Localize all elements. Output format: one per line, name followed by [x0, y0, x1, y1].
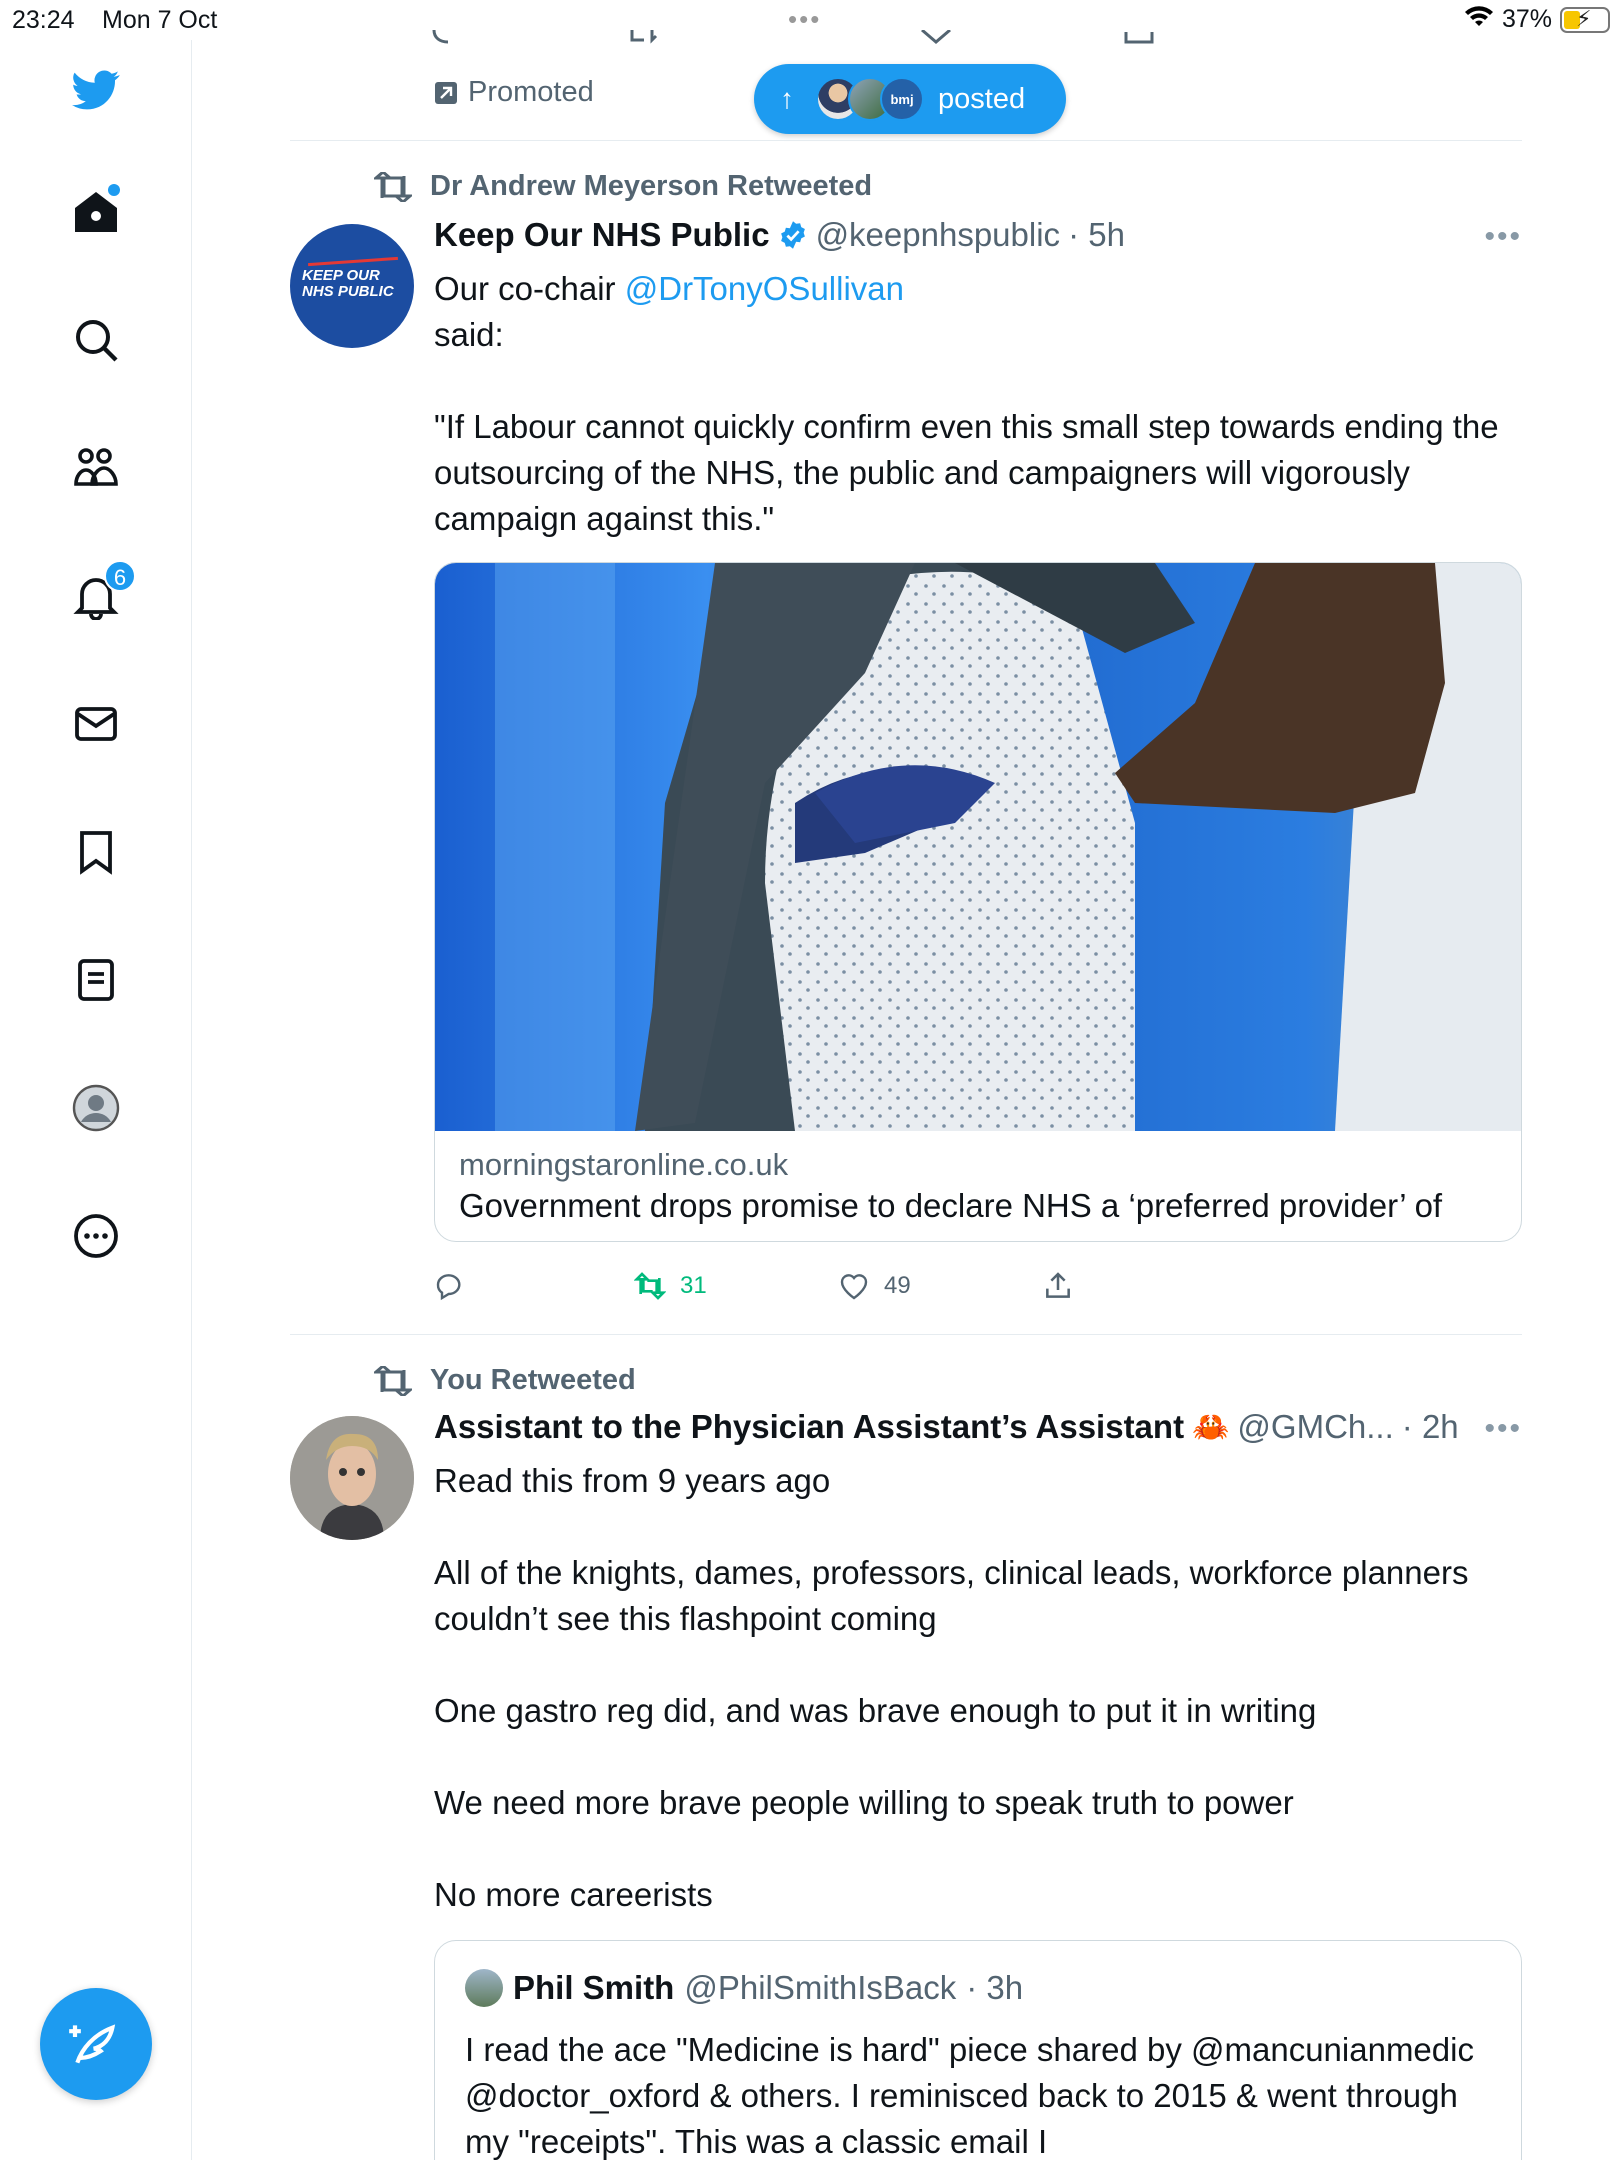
promoted-text: Promoted — [468, 76, 594, 108]
poster-avatar-bmj: bmj — [880, 77, 924, 121]
promoted-label: Promoted — [434, 76, 594, 109]
home-unread-dot — [108, 184, 120, 196]
share-button[interactable] — [1042, 1270, 1074, 1302]
compose-feather-icon — [69, 2024, 116, 2064]
tweet-header: Assistant to the Physician Assistant’s A… — [434, 1408, 1459, 1446]
retweet-small-icon — [374, 171, 412, 202]
tweet-divider — [290, 1334, 1522, 1335]
notifications-bell-icon[interactable]: 6 — [64, 560, 136, 628]
battery-icon: ⚡ — [1560, 6, 1610, 33]
arrow-up-icon: ↑ — [780, 83, 794, 114]
promoted-arrow-icon — [435, 81, 457, 104]
tweet-time[interactable]: · 5h — [1068, 216, 1125, 254]
lists-icon[interactable] — [64, 948, 128, 1012]
reply-icon[interactable] — [430, 30, 466, 50]
mention-link[interactable]: @DrTonyOSullivan — [625, 270, 904, 307]
card-domain: morningstaronline.co.uk — [459, 1147, 789, 1182]
retweet-context: You Retweeted — [374, 1364, 636, 1397]
more-options-icon[interactable] — [64, 1204, 128, 1268]
heart-icon — [840, 1274, 868, 1300]
card-title: Government drops promise to declare NHS … — [459, 1187, 1443, 1224]
twitter-logo-icon[interactable] — [64, 58, 128, 122]
tweet-text: Read this from 9 years ago All of the kn… — [434, 1458, 1522, 1918]
tweet-header: Keep Our NHS Public @keepnhspublic · 5h — [434, 216, 1125, 254]
gmch-avatar[interactable] — [290, 1416, 414, 1540]
bookmarks-icon[interactable] — [64, 820, 128, 884]
quoted-tweet[interactable]: Phil Smith @PhilSmithIsBack · 3h I read … — [434, 1940, 1522, 2160]
tweet-text: Our co-chair @DrTonyOSullivan said: "If … — [434, 266, 1522, 542]
avatar-logo-text: KEEP OUR NHS PUBLIC — [302, 267, 394, 300]
posted-label: posted — [938, 82, 1026, 115]
retweeted-by-text: You Retweeted — [430, 1364, 636, 1396]
status-date: Mon 7 Oct — [102, 6, 218, 34]
avatar-logo-swoosh — [308, 256, 398, 267]
quoted-avatar[interactable] — [465, 1969, 503, 2007]
quoted-text: I read the ace "Medicine is hard" piece … — [465, 2031, 1474, 2160]
share-icon — [1046, 1272, 1070, 1298]
tweet-line: Read this from 9 years ago — [434, 1462, 831, 1499]
sidebar: 6 — [0, 40, 192, 2160]
wifi-icon — [1464, 4, 1494, 35]
author-handle[interactable]: @keepnhspublic — [816, 216, 1061, 254]
quoted-author-handle[interactable]: @PhilSmithIsBack — [684, 1969, 956, 2007]
quoted-author-name[interactable]: Phil Smith — [513, 1969, 674, 2007]
previous-tweet-actions — [430, 30, 1350, 60]
battery-percent: 37% — [1501, 5, 1552, 33]
card-meta: morningstaronline.co.uk Government drops… — [435, 1131, 1521, 1241]
text-prefix: Our co-chair — [434, 270, 616, 307]
quoted-time: · 3h — [966, 1969, 1024, 2006]
new-posts-pill[interactable]: ↑ bmj posted — [754, 64, 1066, 134]
reply-icon — [436, 1274, 461, 1301]
like-icon[interactable] — [920, 30, 980, 50]
status-time: 23:24 — [12, 6, 75, 34]
retweet-small-icon — [374, 1365, 412, 1396]
tweet-time[interactable]: · 2h — [1402, 1408, 1459, 1446]
quoted-header: Phil Smith @PhilSmithIsBack · 3h — [465, 1969, 1023, 2007]
link-card[interactable]: morningstaronline.co.uk Government drops… — [434, 562, 1522, 1242]
like-count: 49 — [884, 1272, 911, 1299]
text-said: said: — [434, 316, 504, 353]
notifications-badge: 6 — [104, 560, 136, 592]
keepnhspublic-avatar[interactable]: KEEP OUR NHS PUBLIC — [290, 224, 414, 348]
tweet-line: We need more brave people willing to spe… — [434, 1784, 1294, 1821]
author-name[interactable]: Keep Our NHS Public — [434, 216, 770, 254]
profile-avatar-icon[interactable] — [64, 1076, 128, 1140]
tweet-line: One gastro reg did, and was brave enough… — [434, 1692, 1317, 1729]
retweet-icon — [634, 1272, 666, 1300]
reply-button[interactable] — [434, 1270, 466, 1302]
messages-mail-icon[interactable] — [64, 692, 128, 756]
like-button[interactable]: 49 — [838, 1270, 911, 1302]
retweet-button[interactable]: 31 — [634, 1270, 707, 1302]
retweet-count: 31 — [680, 1272, 707, 1299]
card-image — [435, 563, 1521, 1131]
tweet-divider — [290, 140, 1522, 141]
tweet-more-icon[interactable]: ••• — [1484, 1412, 1522, 1446]
tweet-line: All of the knights, dames, professors, c… — [434, 1554, 1469, 1637]
tweet-line: No more careerists — [434, 1876, 713, 1913]
retweet-context: Dr Andrew Meyerson Retweeted — [374, 170, 872, 203]
author-name[interactable]: Assistant to the Physician Assistant’s A… — [434, 1408, 1184, 1446]
share-icon[interactable] — [1122, 30, 1158, 50]
verified-badge-icon — [780, 221, 805, 249]
compose-tweet-button[interactable] — [40, 1988, 152, 2100]
tweet-more-icon[interactable]: ••• — [1484, 220, 1522, 254]
retweeted-by-text: Dr Andrew Meyerson Retweeted — [430, 170, 873, 202]
crab-emoji-icon: 🦀 — [1192, 1410, 1230, 1444]
home-icon[interactable] — [64, 180, 128, 244]
search-icon[interactable] — [64, 308, 128, 372]
author-handle[interactable]: @GMCh... — [1237, 1408, 1393, 1446]
quoted-statement: "If Labour cannot quickly confirm even t… — [434, 408, 1499, 537]
retweet-icon[interactable] — [626, 30, 662, 50]
tweet-actions: 31 49 — [434, 1270, 1154, 1310]
communities-icon[interactable] — [64, 436, 128, 500]
